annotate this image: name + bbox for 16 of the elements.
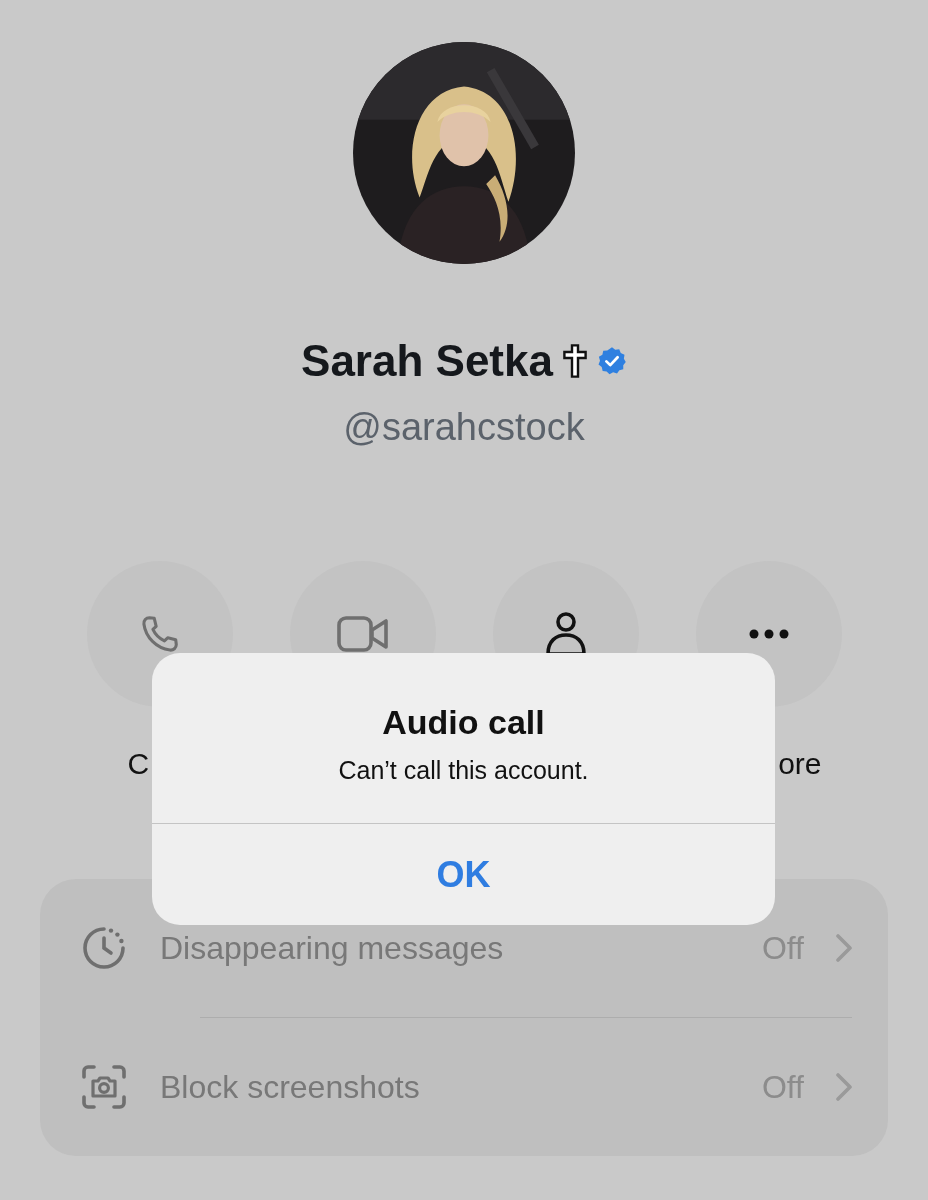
screenshot-icon (80, 1063, 128, 1111)
action-label: ore (778, 747, 822, 782)
chevron-icon (836, 1073, 852, 1101)
more-icon (747, 628, 790, 640)
timer-icon (80, 924, 128, 972)
profile-handle: @sarahcstock (343, 406, 585, 449)
profile-name: Sarah Setka (301, 336, 553, 386)
alert-message: Can’t call this account. (338, 756, 589, 785)
chevron-icon (836, 934, 852, 962)
action-label: C (127, 747, 150, 782)
ok-button[interactable]: OK (152, 823, 775, 925)
alert-title: Audio call (382, 703, 545, 742)
cross-icon (562, 344, 587, 378)
video-camera-icon (336, 614, 389, 654)
setting-label: Disappearing messages (160, 929, 505, 967)
setting-label: Block screenshots (160, 1068, 421, 1106)
